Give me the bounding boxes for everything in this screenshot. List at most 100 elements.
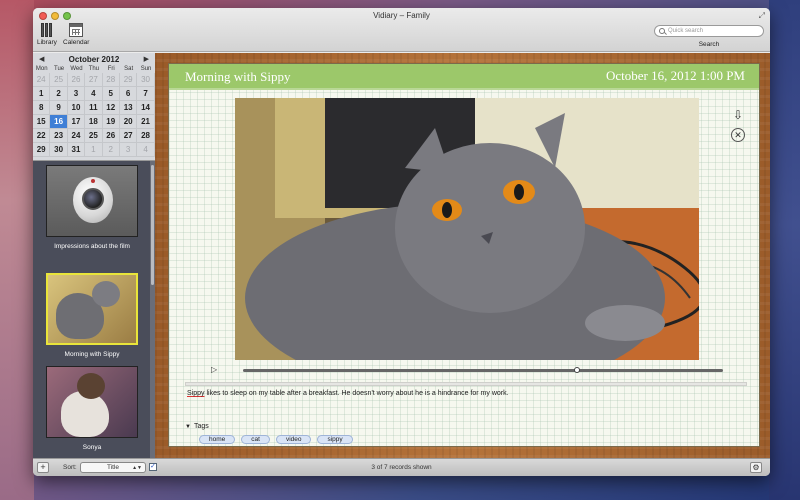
calendar-day[interactable]: 11 <box>85 101 103 115</box>
calendar-day[interactable]: 24 <box>33 73 51 87</box>
calendar-day[interactable]: 27 <box>85 73 103 87</box>
calendar-day[interactable]: 13 <box>119 101 138 115</box>
calendar-day[interactable]: 28 <box>137 129 155 143</box>
entry-list-item[interactable]: Sonya <box>33 366 151 451</box>
weekday-label: Tue <box>54 66 65 72</box>
video-scrubber-knob[interactable] <box>573 367 580 373</box>
calendar-day[interactable]: 8 <box>33 101 51 115</box>
weekday-label: Sat <box>124 66 134 72</box>
calendar-day[interactable]: 18 <box>85 115 103 129</box>
calendar-day[interactable]: 19 <box>102 115 120 129</box>
desktop-background-left <box>0 0 34 500</box>
previous-month-icon[interactable]: ◀ <box>39 55 44 63</box>
tag-token[interactable]: home <box>199 435 236 444</box>
calendar-day[interactable]: 10 <box>67 101 86 115</box>
next-month-icon[interactable]: ▶ <box>144 55 149 63</box>
calendar-day[interactable]: 2 <box>50 87 68 101</box>
search-input[interactable]: Quick search <box>654 25 764 37</box>
export-icon[interactable]: ⇩ <box>731 108 745 122</box>
desktop-background-right <box>769 0 800 500</box>
tags-header[interactable]: ▼ Tags <box>185 423 209 430</box>
calendar-grid: Mon Tue Wed Thu Fri Sat Sun 24 25 26 27 28 29 30 1 2 3 4 5… <box>33 65 155 157</box>
calendar-day[interactable]: 25 <box>85 129 103 143</box>
entry-header: Morning with Sippy October 16, 2012 1:00… <box>169 64 759 90</box>
calendar-day[interactable]: 2 <box>102 143 120 157</box>
cat-thumbnail-image <box>48 275 136 343</box>
calendar-day[interactable]: 30 <box>50 143 68 157</box>
tag-token[interactable]: cat <box>241 435 270 444</box>
calendar-day[interactable]: 29 <box>33 143 51 157</box>
tag-list: home cat video sippy <box>199 435 353 444</box>
entry-thumbnail <box>46 366 138 438</box>
calendar-button[interactable]: Calendar <box>63 23 89 46</box>
calendar-day[interactable]: 27 <box>119 129 138 143</box>
calendar-day[interactable]: 7 <box>137 87 155 101</box>
calendar-month-label: October 2012 <box>68 54 120 64</box>
entry-page: Morning with Sippy October 16, 2012 1:00… <box>168 63 760 447</box>
weekday-label: Thu <box>88 66 100 72</box>
search-label: Search <box>698 41 720 48</box>
entry-title[interactable]: Morning with Sippy <box>185 69 290 85</box>
library-button[interactable]: Library <box>37 23 57 46</box>
calendar-day-selected[interactable]: 16 <box>50 115 68 129</box>
calendar-day[interactable]: 20 <box>119 115 138 129</box>
calendar-day[interactable]: 9 <box>50 101 68 115</box>
entry-text[interactable]: Sippy likes to sleep on my table after a… <box>187 390 509 397</box>
entry-thumbnail <box>46 165 138 237</box>
calendar-day[interactable]: 3 <box>119 143 138 157</box>
calendar-day[interactable]: 4 <box>137 143 155 157</box>
mini-calendar: ◀ October 2012 ▶ Mon Tue Wed Thu Fri Sat Sun 24… <box>33 53 155 161</box>
calendar-day[interactable]: 14 <box>137 101 155 115</box>
calendar-day[interactable]: 24 <box>67 129 86 143</box>
weekday-label: Mon <box>35 66 48 72</box>
tags-label: Tags <box>193 423 209 430</box>
window-title: Vidiary – Family <box>373 11 430 20</box>
play-icon[interactable]: ▷ <box>211 365 217 374</box>
calendar-day[interactable]: 30 <box>137 73 155 87</box>
calendar-day[interactable]: 12 <box>102 101 120 115</box>
video-scrubber[interactable] <box>243 369 723 372</box>
titlebar: Vidiary – Family ⤢ Library Calendar Quic… <box>33 8 770 52</box>
app-window: Vidiary – Family ⤢ Library Calendar Quic… <box>33 8 770 476</box>
remove-media-icon[interactable]: ✕ <box>731 128 745 142</box>
calendar-day[interactable]: 5 <box>102 87 120 101</box>
video-frame[interactable] <box>235 98 699 360</box>
entry-date[interactable]: October 16, 2012 1:00 PM <box>606 68 745 84</box>
library-label: Library <box>37 39 57 46</box>
weekday-label: Wed <box>70 66 83 72</box>
calendar-day[interactable]: 26 <box>102 129 120 143</box>
tag-token[interactable]: video <box>275 435 312 444</box>
main-area: Morning with Sippy October 16, 2012 1:00… <box>155 53 770 458</box>
calendar-day[interactable]: 3 <box>67 87 86 101</box>
calendar-day[interactable]: 23 <box>50 129 68 143</box>
calendar-day[interactable]: 15 <box>33 115 51 129</box>
search-area: Quick search Search <box>654 25 764 48</box>
calendar-day[interactable]: 6 <box>119 87 138 101</box>
disclosure-triangle-icon[interactable]: ▼ <box>185 424 191 430</box>
entry-list-item[interactable]: Morning with Sippy <box>33 273 151 358</box>
entry-list-item[interactable]: Impressions about the film <box>33 165 151 250</box>
entry-list-title: Morning with Sippy <box>64 351 120 358</box>
calendar-day[interactable]: 21 <box>137 115 155 129</box>
bottom-bar: + Sort: Title ▲▼ ✓ 3 of 7 records shown … <box>33 458 770 476</box>
entry-list: Impressions about the film Morning with S… <box>33 161 151 458</box>
sidebar: ◀ October 2012 ▶ Mon Tue Wed Thu Fri Sat Sun 24… <box>33 53 155 458</box>
fullscreen-icon[interactable]: ⤢ <box>759 11 765 21</box>
sidebar-scrollbar-thumb[interactable] <box>151 165 154 285</box>
calendar-day[interactable]: 29 <box>119 73 138 87</box>
calendar-day[interactable]: 22 <box>33 129 51 143</box>
tag-token[interactable]: sippy <box>317 435 353 444</box>
search-icon <box>659 28 665 34</box>
calendar-day[interactable]: 1 <box>85 143 103 157</box>
calendar-day[interactable]: 31 <box>67 143 86 157</box>
text-divider[interactable] <box>185 382 747 386</box>
entry-thumbnail <box>46 273 138 345</box>
calendar-day[interactable]: 4 <box>85 87 103 101</box>
cat-thumbnail-image <box>47 367 137 437</box>
calendar-day[interactable]: 28 <box>102 73 120 87</box>
gear-icon[interactable]: ⚙ <box>750 462 762 473</box>
calendar-day[interactable]: 17 <box>67 115 86 129</box>
calendar-day[interactable]: 1 <box>33 87 51 101</box>
calendar-day[interactable]: 25 <box>50 73 68 87</box>
calendar-day[interactable]: 26 <box>67 73 86 87</box>
